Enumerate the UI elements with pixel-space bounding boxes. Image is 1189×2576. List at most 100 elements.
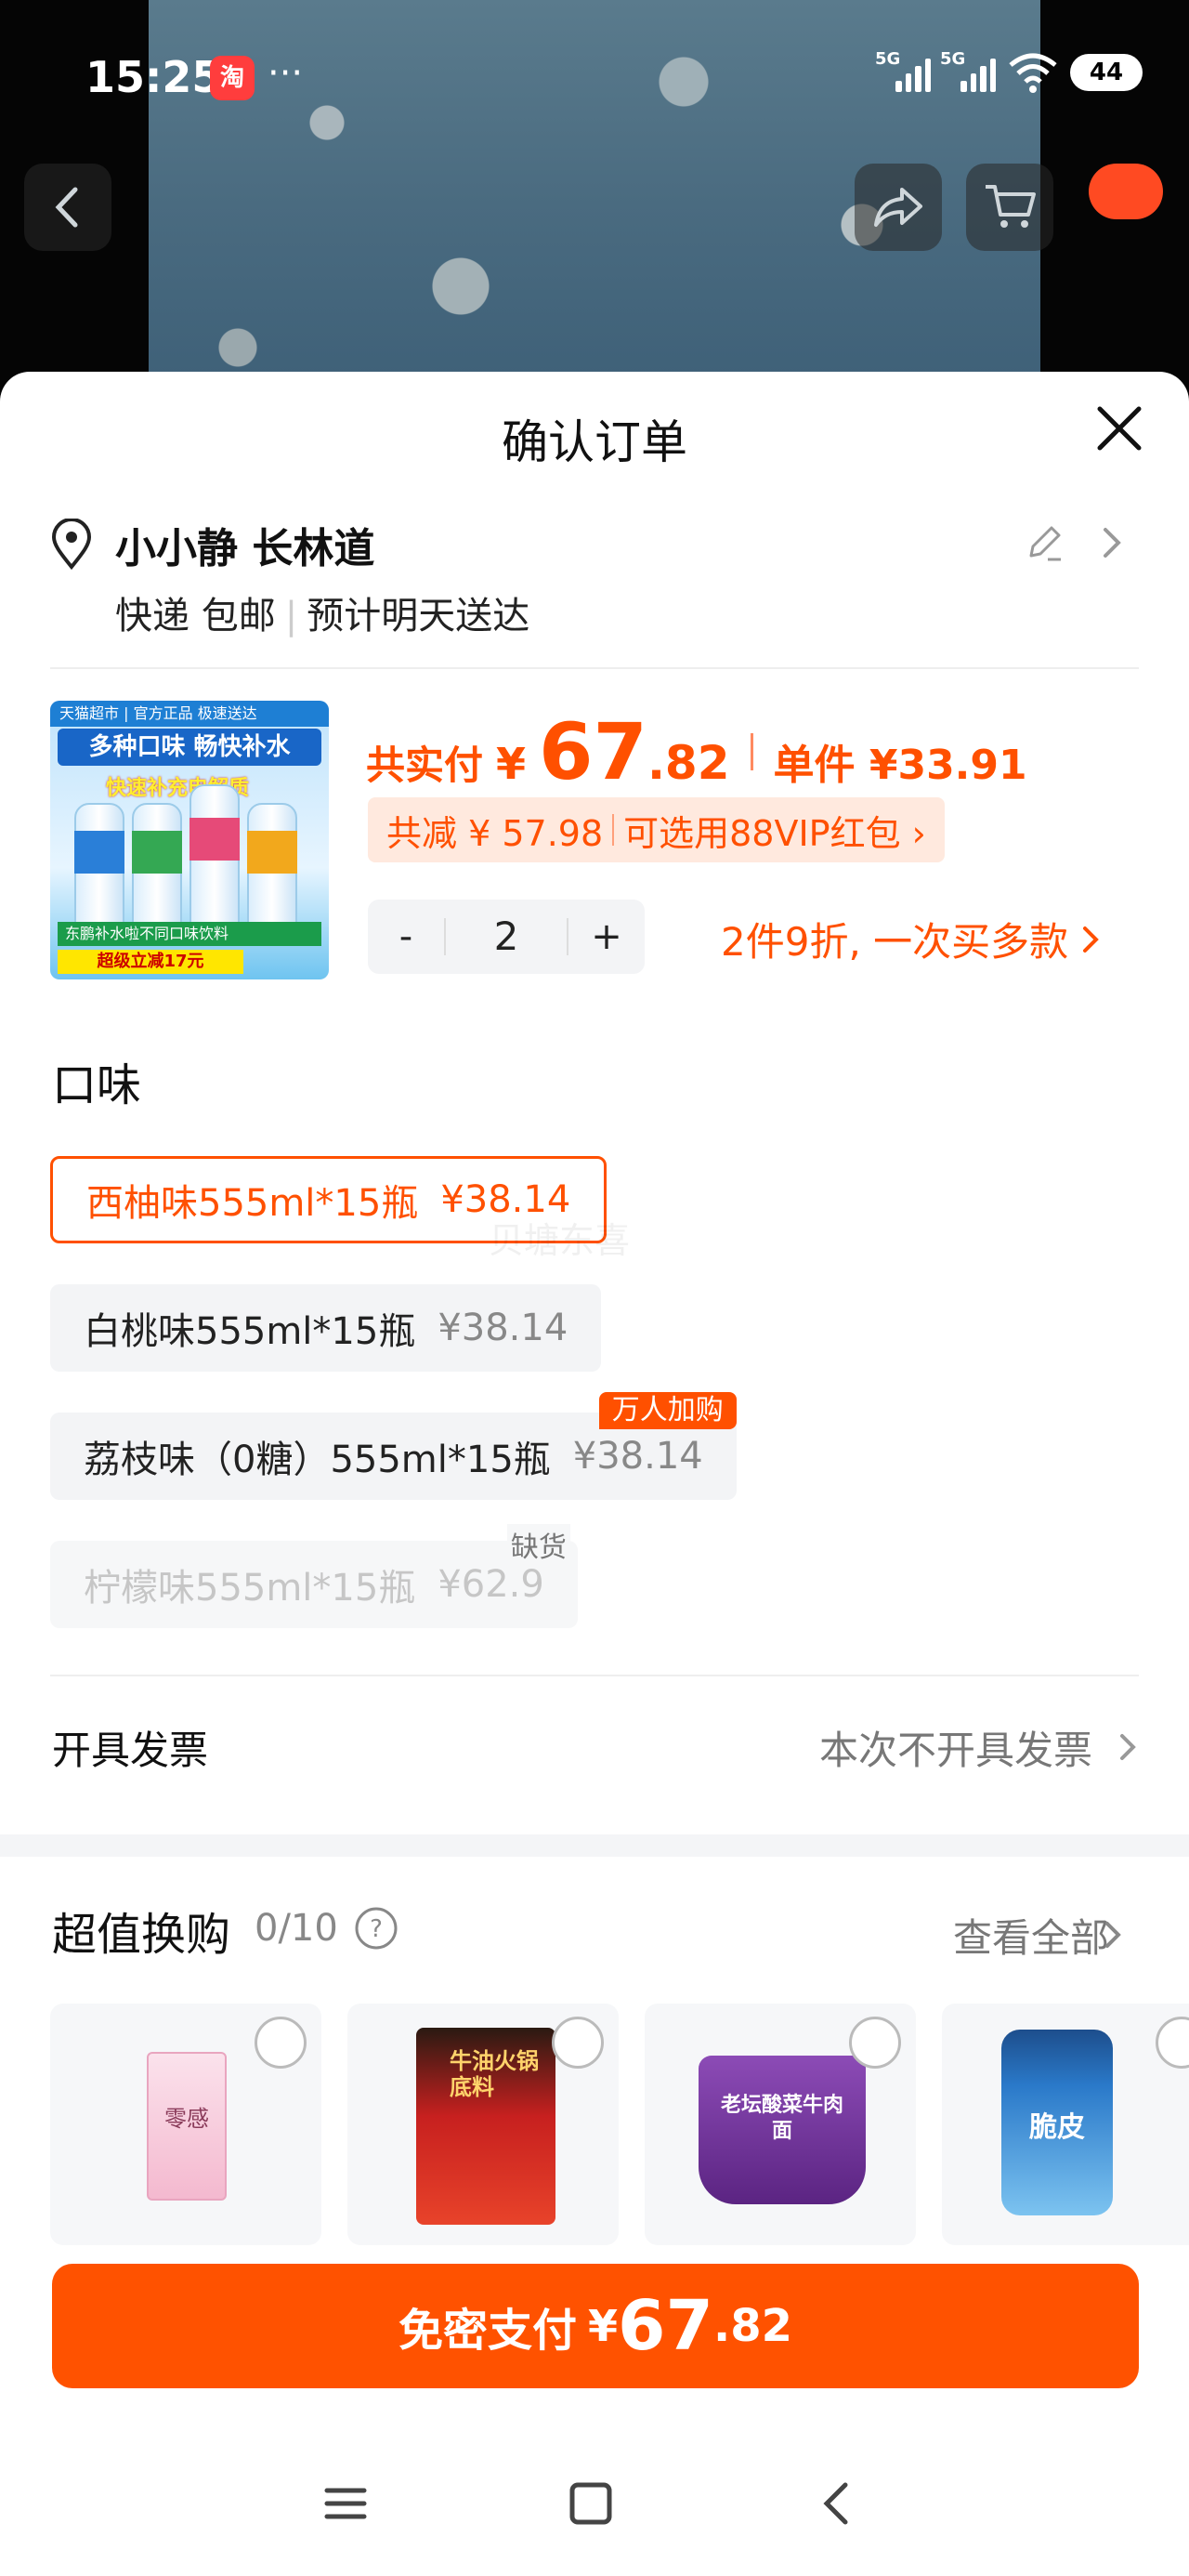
decrease-button[interactable]: - <box>368 915 444 958</box>
menu-icon[interactable] <box>318 2476 373 2531</box>
share-button[interactable] <box>855 164 942 251</box>
bottle-label <box>247 831 297 874</box>
bottle-label <box>132 831 182 874</box>
location-pin-icon <box>51 519 92 571</box>
gum-jar-icon: 脆皮 <box>1001 2030 1113 2215</box>
total-price-integer: 67 <box>539 706 647 797</box>
divider <box>50 1675 1139 1676</box>
vip-redpacket-link: 可选用88VIP红包 › <box>623 812 926 854</box>
discount-pill[interactable]: 共减 ¥ 57.98 可选用88VIP红包 › <box>368 797 945 862</box>
back-arrow-icon <box>55 187 78 228</box>
select-radio[interactable] <box>849 2017 901 2069</box>
sheet-title: 确认订单 <box>502 415 687 469</box>
recipient-name: 小小静 长林道 <box>115 525 375 572</box>
option-label: 西柚味555ml*15瓶 <box>86 1182 419 1225</box>
flavor-option-peach[interactable]: 白桃味555ml*15瓶 ¥38.14 <box>50 1284 602 1372</box>
option-price: ¥62.9 <box>438 1563 544 1606</box>
image-save-strip: 超级立减17元 <box>58 950 243 974</box>
divider <box>50 667 1139 669</box>
battery-indicator: 44 <box>1070 54 1143 91</box>
multi-buy-promo-link[interactable]: 2件9折, 一次买多款 <box>721 911 1102 967</box>
upsell-title: 超值换购 <box>52 1909 231 1961</box>
status-bar: 15:25 淘 ··· 5G 5G 44 <box>0 0 1189 158</box>
product-name-label: 牛油火锅底料 <box>450 2048 539 2100</box>
product-thumbnail: 天猫超市 | 官方正品 极速送达 多种口味 畅快补水 快速补充电解质 东鹏补水啦… <box>50 701 329 979</box>
flavor-option-lemon: 柠檬味555ml*15瓶 ¥62.9 缺货 <box>50 1524 578 1628</box>
status-icons: 5G 5G 44 <box>875 49 1143 93</box>
cart-icon <box>986 185 1036 228</box>
product-name-label: 老坛酸菜牛肉面 <box>720 2094 843 2143</box>
noodle-cup-icon: 老坛酸菜牛肉面 <box>699 2056 866 2204</box>
image-top-banner: 天猫超市 | 官方正品 极速送达 <box>50 701 329 727</box>
shipping-method: 快递 包邮 <box>115 595 276 637</box>
home-icon[interactable] <box>563 2476 619 2531</box>
pay-button[interactable]: 免密支付 ¥ 67 .82 <box>52 2264 1139 2388</box>
view-all-link[interactable]: 查看全部 <box>953 1907 1109 1964</box>
popular-badge: 万人加购 <box>598 1392 737 1429</box>
image-title: 多种口味 畅快补水 <box>58 729 321 766</box>
bottle-graphic <box>189 784 240 942</box>
signal-icon-2: 5G <box>940 49 996 92</box>
shipping-info: 快递 包邮 | 预计明天送达 <box>115 595 530 637</box>
product-name-label: 零感 <box>164 2106 209 2132</box>
quantity-stepper: - 2 + <box>368 900 645 974</box>
upsell-count: 0/10 <box>255 1907 338 1950</box>
option-label: 柠檬味555ml*15瓶 <box>84 1567 416 1610</box>
select-radio[interactable] <box>1156 2017 1189 2069</box>
chevron-right-icon <box>1083 926 1099 953</box>
total-price-line: 共实付 ¥ 67 .82 单件 ¥33.91 <box>366 706 1027 797</box>
total-label: 共实付 <box>366 743 484 788</box>
address-row[interactable]: 小小静 长林道 快递 包邮 | 预计明天送达 <box>50 511 1143 651</box>
invoice-value: 本次不开具发票 <box>818 1728 1092 1773</box>
promo-text: 2件9折, 一次买多款 <box>721 919 1069 965</box>
upsell-item-card[interactable]: 脆皮 <box>942 2004 1189 2245</box>
status-more-dots: ··· <box>268 52 304 95</box>
hotpot-pack-icon: 牛油火锅底料 <box>416 2028 555 2225</box>
back-icon[interactable] <box>810 2476 866 2531</box>
taobao-app-icon: 淘 <box>210 56 255 100</box>
chevron-right-icon <box>1104 528 1121 558</box>
edit-pencil-icon[interactable] <box>1024 522 1065 563</box>
delivery-eta: 预计明天送达 <box>307 595 530 637</box>
share-icon <box>874 188 922 227</box>
currency-symbol: ¥ <box>496 739 527 789</box>
quantity-value[interactable]: 2 <box>444 917 568 956</box>
out-of-stock-badge: 缺货 <box>506 1524 570 1565</box>
wifi-icon <box>1009 53 1057 93</box>
pay-amount-integer: 67 <box>618 2286 713 2366</box>
separator <box>750 733 753 770</box>
chevron-right-icon <box>1105 1922 1121 1948</box>
option-label: 白桃味555ml*15瓶 <box>84 1310 416 1353</box>
tea-box-icon: 零感 <box>147 2052 227 2201</box>
option-price: ¥38.14 <box>438 1307 568 1349</box>
confirm-order-sheet: 确认订单 小小静 长林道 快递 包邮 | 预计明天送达 天猫超市 | 官方正品 极速… <box>0 372 1189 2576</box>
invoice-row[interactable]: 开具发票 本次不开具发票 <box>52 1712 1139 1786</box>
system-navigation-bar <box>0 2435 1189 2576</box>
status-time: 15:25 <box>85 52 222 102</box>
help-icon[interactable]: ? <box>353 1905 399 1952</box>
discount-amount: 共减 ¥ 57.98 <box>386 812 604 854</box>
flavor-section-title: 口味 <box>52 1059 142 1111</box>
pay-label: 免密支付 <box>398 2305 577 2357</box>
pay-amount-decimal: .82 <box>712 2300 793 2352</box>
back-button[interactable] <box>24 164 111 251</box>
product-name-label: 脆皮 <box>1029 2111 1085 2144</box>
chevron-right-icon <box>1120 1734 1136 1760</box>
watermark: 贝塘东喜 <box>489 1220 631 1261</box>
total-price-decimal: .82 <box>647 736 730 790</box>
flavor-option-lychee[interactable]: 荔枝味（0糖）555ml*15瓶 ¥38.14 万人加购 <box>50 1392 737 1500</box>
upsell-item-card[interactable]: 牛油火锅底料 <box>347 2004 619 2245</box>
svg-text:?: ? <box>370 1915 383 1943</box>
increase-button[interactable]: + <box>568 915 645 958</box>
select-radio[interactable] <box>255 2017 307 2069</box>
unit-price: 单件 ¥33.91 <box>773 742 1027 789</box>
upsell-item-card[interactable]: 零感 <box>50 2004 321 2245</box>
cart-button[interactable] <box>966 164 1053 251</box>
close-icon[interactable] <box>1087 396 1152 461</box>
message-bubble-icon[interactable] <box>1089 164 1163 219</box>
option-price: ¥38.14 <box>572 1435 703 1478</box>
section-separator <box>0 1834 1189 1857</box>
upsell-item-card[interactable]: 老坛酸菜牛肉面 <box>645 2004 916 2245</box>
select-radio[interactable] <box>552 2017 604 2069</box>
option-label: 荔枝味（0糖）555ml*15瓶 <box>84 1439 551 1481</box>
